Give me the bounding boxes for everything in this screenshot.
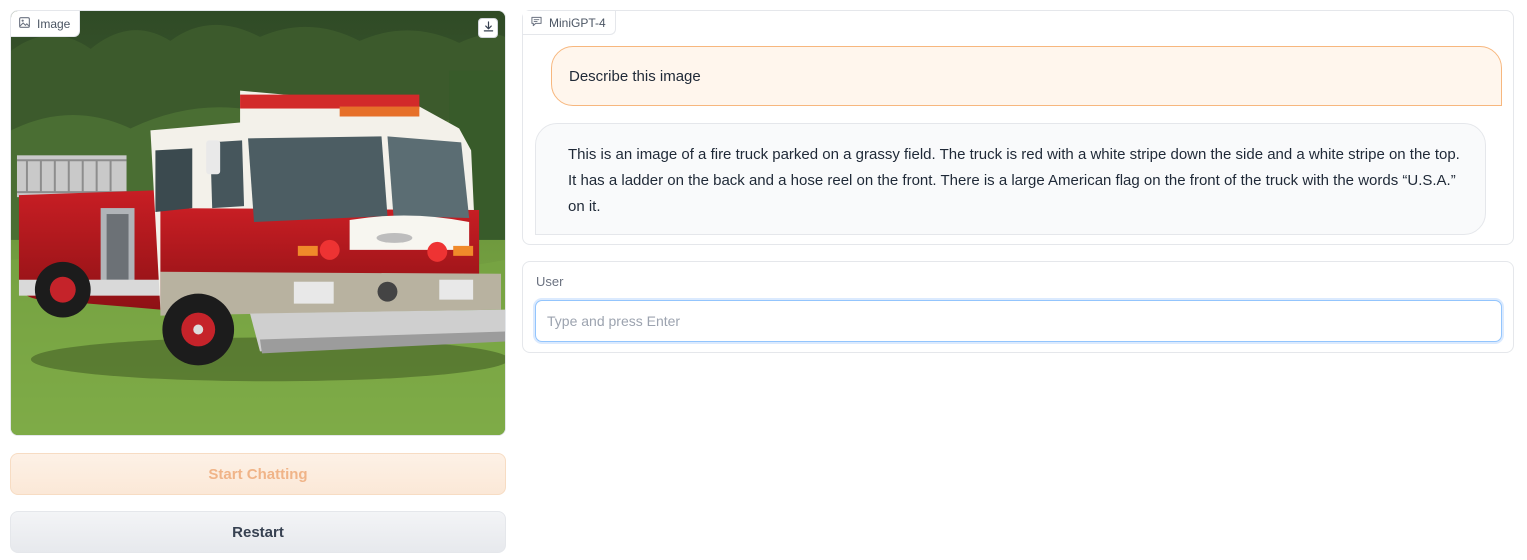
image-panel: Image bbox=[10, 10, 506, 436]
user-input-box: User bbox=[522, 261, 1514, 353]
download-icon bbox=[483, 19, 494, 37]
user-message-input[interactable] bbox=[535, 300, 1502, 342]
chatbot-label-text: MiniGPT-4 bbox=[549, 15, 606, 30]
chatbot-label: MiniGPT-4 bbox=[523, 11, 616, 35]
uploaded-image bbox=[11, 11, 505, 435]
download-button[interactable] bbox=[478, 18, 498, 38]
image-panel-label: Image bbox=[11, 11, 81, 37]
user-message: Describe this image bbox=[551, 46, 1502, 106]
chat-bubble-icon bbox=[531, 16, 542, 30]
user-input-label: User bbox=[536, 274, 564, 289]
restart-button[interactable]: Restart bbox=[10, 511, 506, 553]
bot-message: This is an image of a fire truck parked … bbox=[535, 123, 1486, 235]
image-panel-label-text: Image bbox=[37, 16, 71, 31]
image-icon bbox=[19, 16, 30, 31]
start-chatting-button[interactable]: Start Chatting bbox=[10, 453, 506, 495]
chatbot-panel: MiniGPT-4 Describe this image This is an… bbox=[522, 10, 1514, 245]
